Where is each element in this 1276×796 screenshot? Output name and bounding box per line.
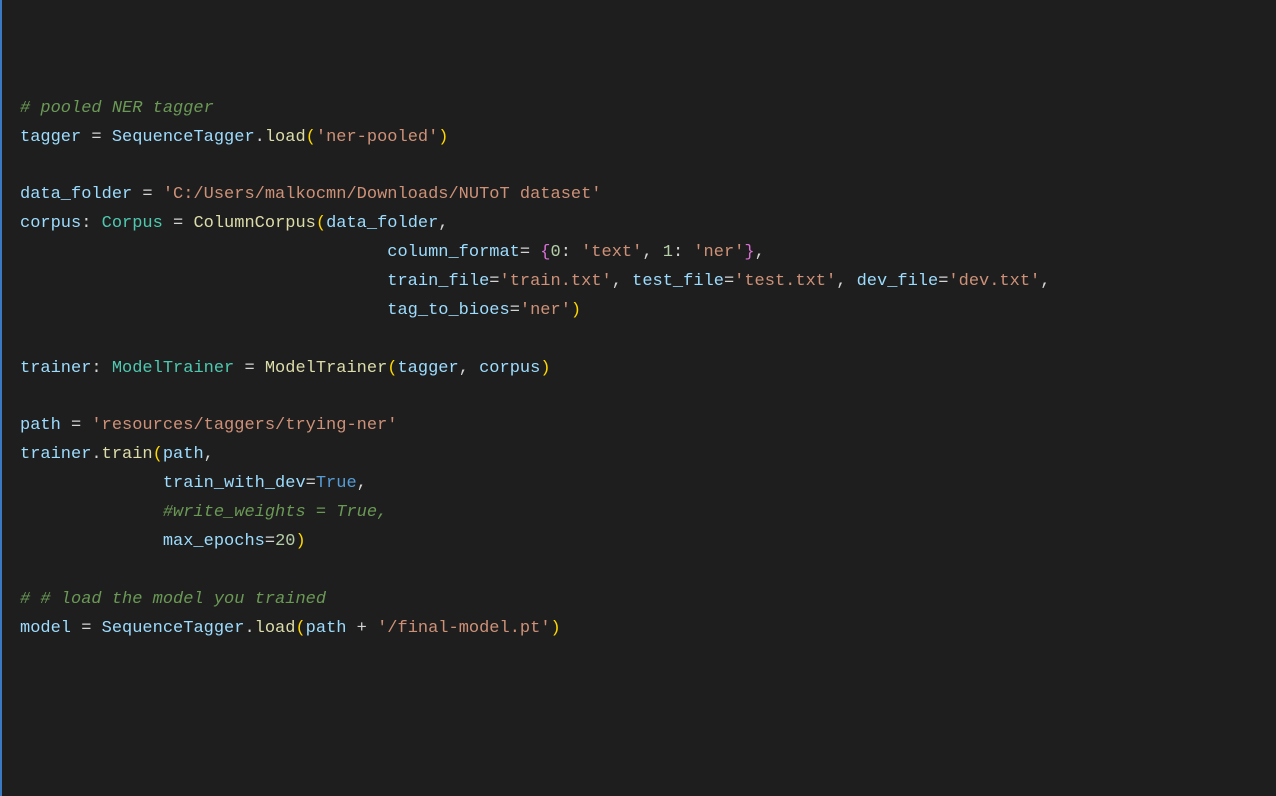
code-line — [20, 557, 1276, 586]
comment: # pooled NER tagger — [20, 99, 214, 118]
code-line: tag_to_bioes='ner') — [20, 297, 1276, 326]
code-line — [20, 326, 1276, 355]
code-line: column_format= {0: 'text', 1: 'ner'}, — [20, 239, 1276, 268]
code-line: max_epochs=20) — [20, 528, 1276, 557]
code-line: train_with_dev=True, — [20, 470, 1276, 499]
code-line — [20, 384, 1276, 413]
code-line: #write_weights = True, — [20, 499, 1276, 528]
code-line: data_folder = 'C:/Users/malkocmn/Downloa… — [20, 181, 1276, 210]
code-line: tagger = SequenceTagger.load('ner-pooled… — [20, 124, 1276, 153]
code-line: corpus: Corpus = ColumnCorpus(data_folde… — [20, 210, 1276, 239]
code-line: # # load the model you trained — [20, 586, 1276, 615]
code-line: trainer.train(path, — [20, 441, 1276, 470]
code-line: # pooled NER tagger — [20, 95, 1276, 124]
code-editor[interactable]: # pooled NER tagger tagger = SequenceTagg… — [20, 95, 1276, 644]
code-line: model = SequenceTagger.load(path + '/fin… — [20, 615, 1276, 644]
code-line: trainer: ModelTrainer = ModelTrainer(tag… — [20, 355, 1276, 384]
code-line — [20, 152, 1276, 181]
code-line: train_file='train.txt', test_file='test.… — [20, 268, 1276, 297]
code-line: path = 'resources/taggers/trying-ner' — [20, 412, 1276, 441]
